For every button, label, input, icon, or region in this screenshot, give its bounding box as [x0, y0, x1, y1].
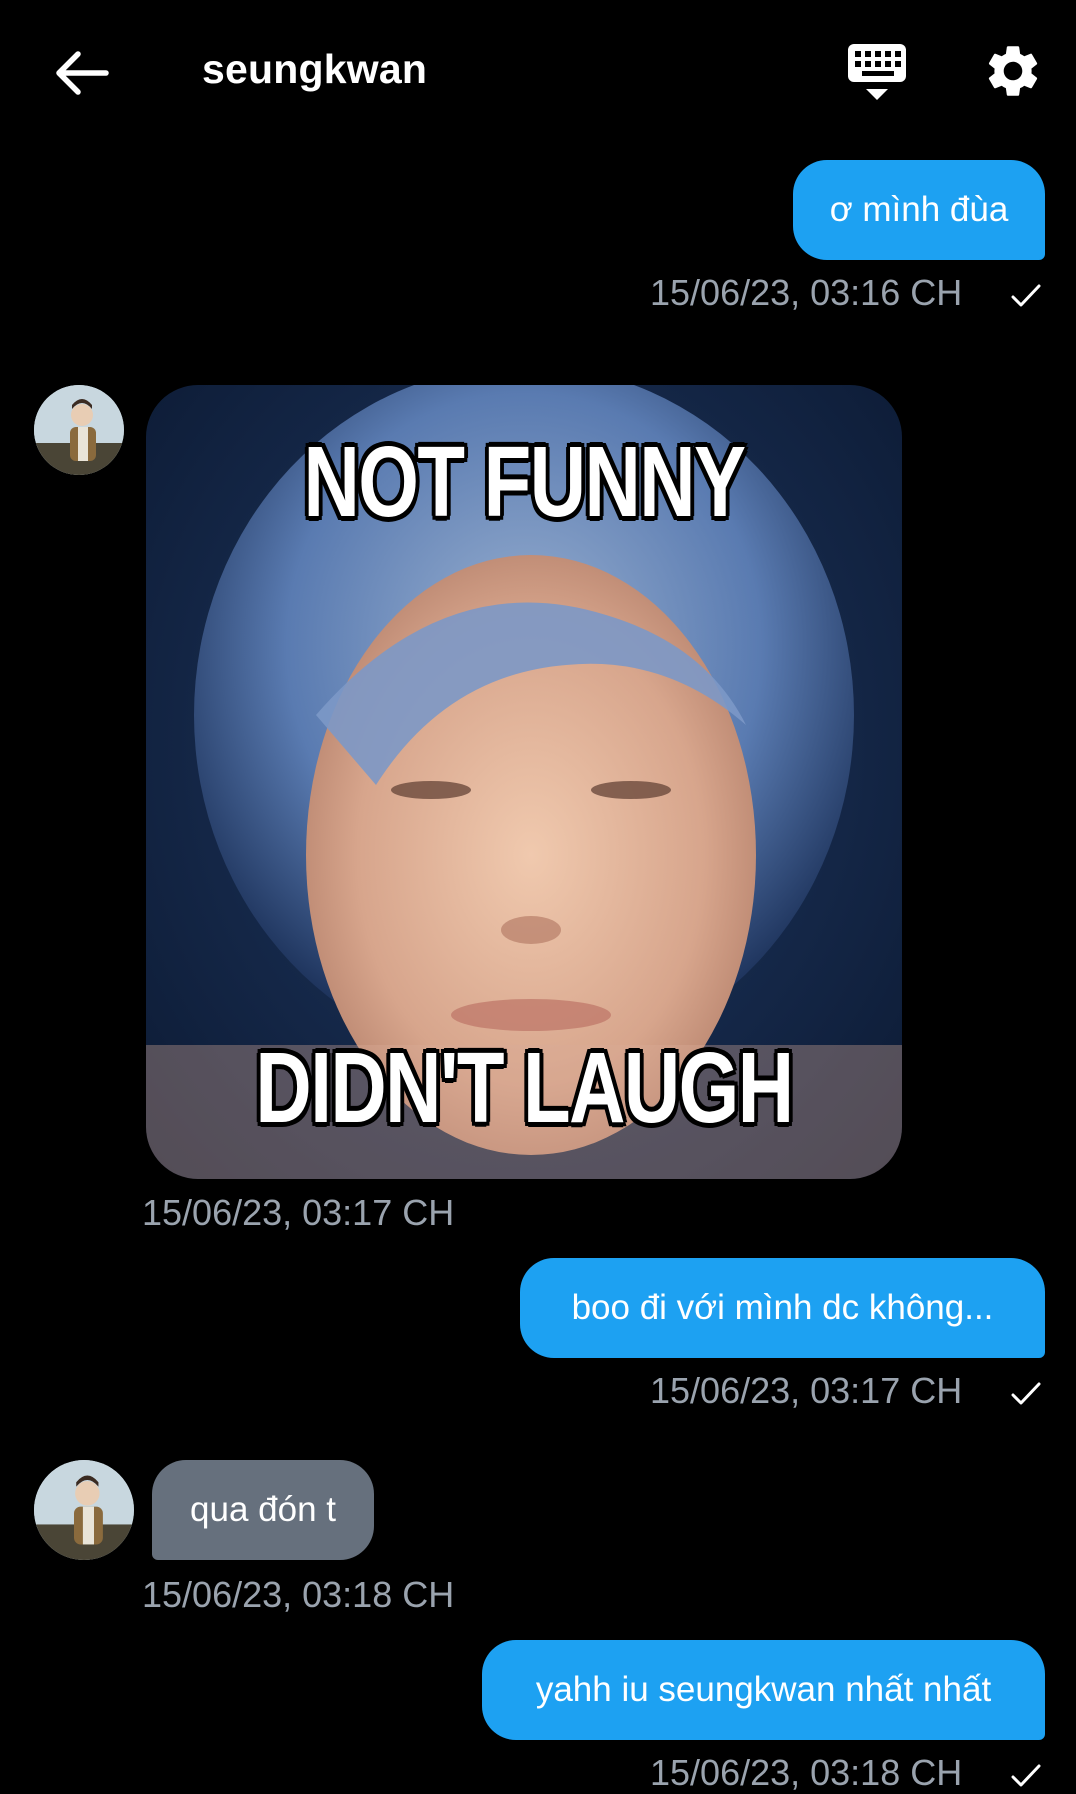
- arrow-left-icon: [56, 51, 109, 95]
- read-check-icon: [1011, 1764, 1041, 1787]
- read-check-icon: [1011, 1382, 1041, 1405]
- chat-header: seungkwan: [0, 0, 1076, 140]
- chat-title[interactable]: seungkwan: [202, 46, 427, 93]
- outgoing-message-bubble[interactable]: ơ mình đùa: [793, 160, 1045, 260]
- contact-avatar[interactable]: [34, 385, 124, 475]
- outgoing-message-bubble[interactable]: boo đi với mình dc không...: [520, 1258, 1045, 1358]
- meme-caption-top: NOT FUNNY: [303, 426, 747, 538]
- message-timestamp: 15/06/23, 03:17 CH: [650, 1370, 963, 1411]
- message-timestamp: 15/06/23, 03:17 CH: [142, 1192, 455, 1233]
- message-text: yahh iu seungkwan nhất nhất: [535, 1670, 992, 1709]
- avatar-photo: [34, 385, 124, 475]
- message-timestamp: 15/06/23, 03:18 CH: [142, 1574, 455, 1615]
- avatar-photo: [34, 1460, 134, 1560]
- gear-icon: [988, 46, 1038, 96]
- read-check-icon: [1011, 284, 1041, 307]
- message-text: ơ mình đùa: [829, 190, 1009, 229]
- message-timestamp: 15/06/23, 03:18 CH: [650, 1752, 963, 1793]
- message-text: boo đi với mình dc không...: [571, 1288, 994, 1327]
- meme-caption-bottom: DIDN'T LAUGH: [255, 1032, 794, 1144]
- settings-button[interactable]: [982, 40, 1044, 102]
- outgoing-message-bubble[interactable]: yahh iu seungkwan nhất nhất: [482, 1640, 1045, 1740]
- image-message[interactable]: NOT FUNNY DIDN'T LAUGH: [146, 385, 902, 1179]
- contact-avatar[interactable]: [34, 1460, 134, 1560]
- message-text: qua đón t: [190, 1490, 336, 1529]
- keyboard-icon: [848, 44, 906, 100]
- keyboard-button[interactable]: [844, 40, 912, 106]
- back-button[interactable]: [48, 40, 114, 106]
- incoming-message-bubble[interactable]: qua đón t: [152, 1460, 374, 1560]
- message-timestamp: 15/06/23, 03:16 CH: [650, 272, 963, 313]
